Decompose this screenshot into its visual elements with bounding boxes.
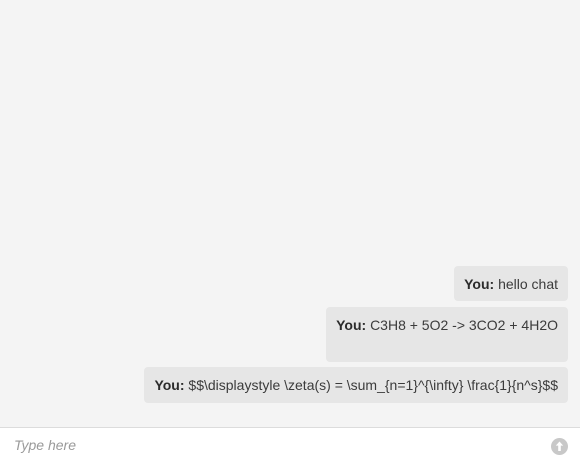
chat-message: You: hello chat <box>454 266 568 301</box>
message-sender: You: <box>154 377 189 393</box>
arrow-up-icon <box>555 441 564 451</box>
message-input[interactable] <box>14 435 534 455</box>
message-text: hello chat <box>498 276 558 292</box>
message-text: $$\displaystyle \zeta(s) = \sum_{n=1}^{\… <box>188 377 558 393</box>
chat-message: You: C3H8 + 5O2 -> 3CO2 + 4H2O <box>326 307 568 362</box>
message-input-bar <box>0 427 580 463</box>
send-button[interactable] <box>551 438 568 455</box>
message-sender: You: <box>336 317 371 333</box>
chat-message: You: $$\displaystyle \zeta(s) = \sum_{n=… <box>144 367 568 403</box>
message-text: C3H8 + 5O2 -> 3CO2 + 4H2O <box>370 317 558 333</box>
chat-message-area: You: hello chat You: C3H8 + 5O2 -> 3CO2 … <box>0 0 580 427</box>
message-sender: You: <box>464 276 499 292</box>
